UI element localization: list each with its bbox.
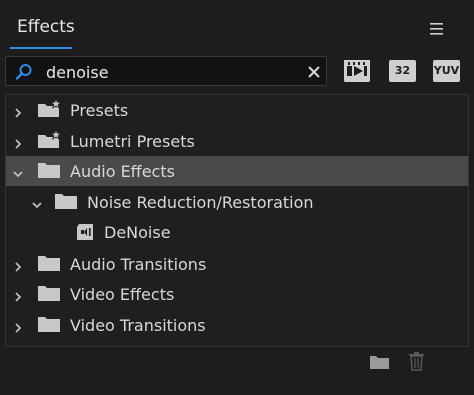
tree-item-label: Lumetri Presets [70, 132, 195, 151]
folder-icon [37, 314, 63, 334]
hamburger-menu-icon[interactable] [428, 22, 446, 36]
effects-panel: Effects denoise 32 YUV Presets Lumetri P… [0, 0, 474, 395]
active-tab-indicator [10, 47, 72, 49]
accelerated-effects-icon [344, 60, 370, 82]
tree-item-label: Audio Transitions [70, 255, 207, 274]
search-row: 32 YUV [5, 56, 469, 90]
tree-item-lumetri-presets[interactable]: Lumetri Presets [6, 126, 468, 156]
effects-tree: Presets Lumetri Presets Audio Effects No… [5, 94, 469, 347]
tree-item-label: DeNoise [104, 223, 171, 242]
folder-icon [54, 191, 80, 211]
tree-item-label: Video Transitions [70, 316, 206, 335]
new-folder-icon[interactable] [369, 354, 390, 370]
starred-folder-icon [37, 98, 63, 119]
chevron-right-icon[interactable] [12, 288, 24, 302]
tree-item-video-effects[interactable]: Video Effects [6, 279, 468, 309]
tree-item-label: Presets [70, 101, 129, 120]
trash-icon[interactable] [408, 352, 425, 371]
tree-item-label: Audio Effects [70, 162, 175, 181]
tree-item-presets[interactable]: Presets [6, 95, 468, 125]
tree-item-video-transitions[interactable]: Video Transitions [6, 310, 468, 340]
32-bit-filter-button[interactable]: 32 [389, 60, 416, 82]
chevron-down-icon[interactable] [31, 196, 43, 209]
audio-effect-icon [76, 223, 96, 241]
tree-item-denoise[interactable]: DeNoise [6, 217, 468, 247]
folder-icon [37, 160, 63, 180]
tree-item-label: Video Effects [70, 285, 175, 304]
chevron-right-icon[interactable] [12, 258, 24, 272]
folder-icon [37, 283, 63, 303]
folder-icon [37, 253, 63, 273]
yuv-filter-button[interactable]: YUV [433, 60, 460, 82]
chevron-right-icon[interactable] [12, 104, 24, 118]
chevron-right-icon[interactable] [12, 319, 24, 333]
tree-item-audio-transitions[interactable]: Audio Transitions [6, 249, 468, 279]
accelerated-effects-filter-button[interactable] [344, 60, 370, 82]
close-icon[interactable] [306, 64, 322, 80]
panel-title[interactable]: Effects [17, 17, 75, 37]
search-icon [15, 63, 33, 81]
chevron-down-icon[interactable] [12, 165, 24, 178]
tree-item-label: Noise Reduction/Restoration [87, 193, 314, 212]
search-box[interactable] [5, 56, 327, 86]
starred-folder-icon [37, 129, 63, 150]
search-input[interactable] [46, 61, 296, 83]
panel-header: Effects [0, 0, 474, 50]
tree-item-audio-effects[interactable]: Audio Effects [6, 156, 468, 186]
tree-item-noise-reduction-restoration[interactable]: Noise Reduction/Restoration [6, 187, 468, 217]
chevron-right-icon[interactable] [12, 135, 24, 149]
